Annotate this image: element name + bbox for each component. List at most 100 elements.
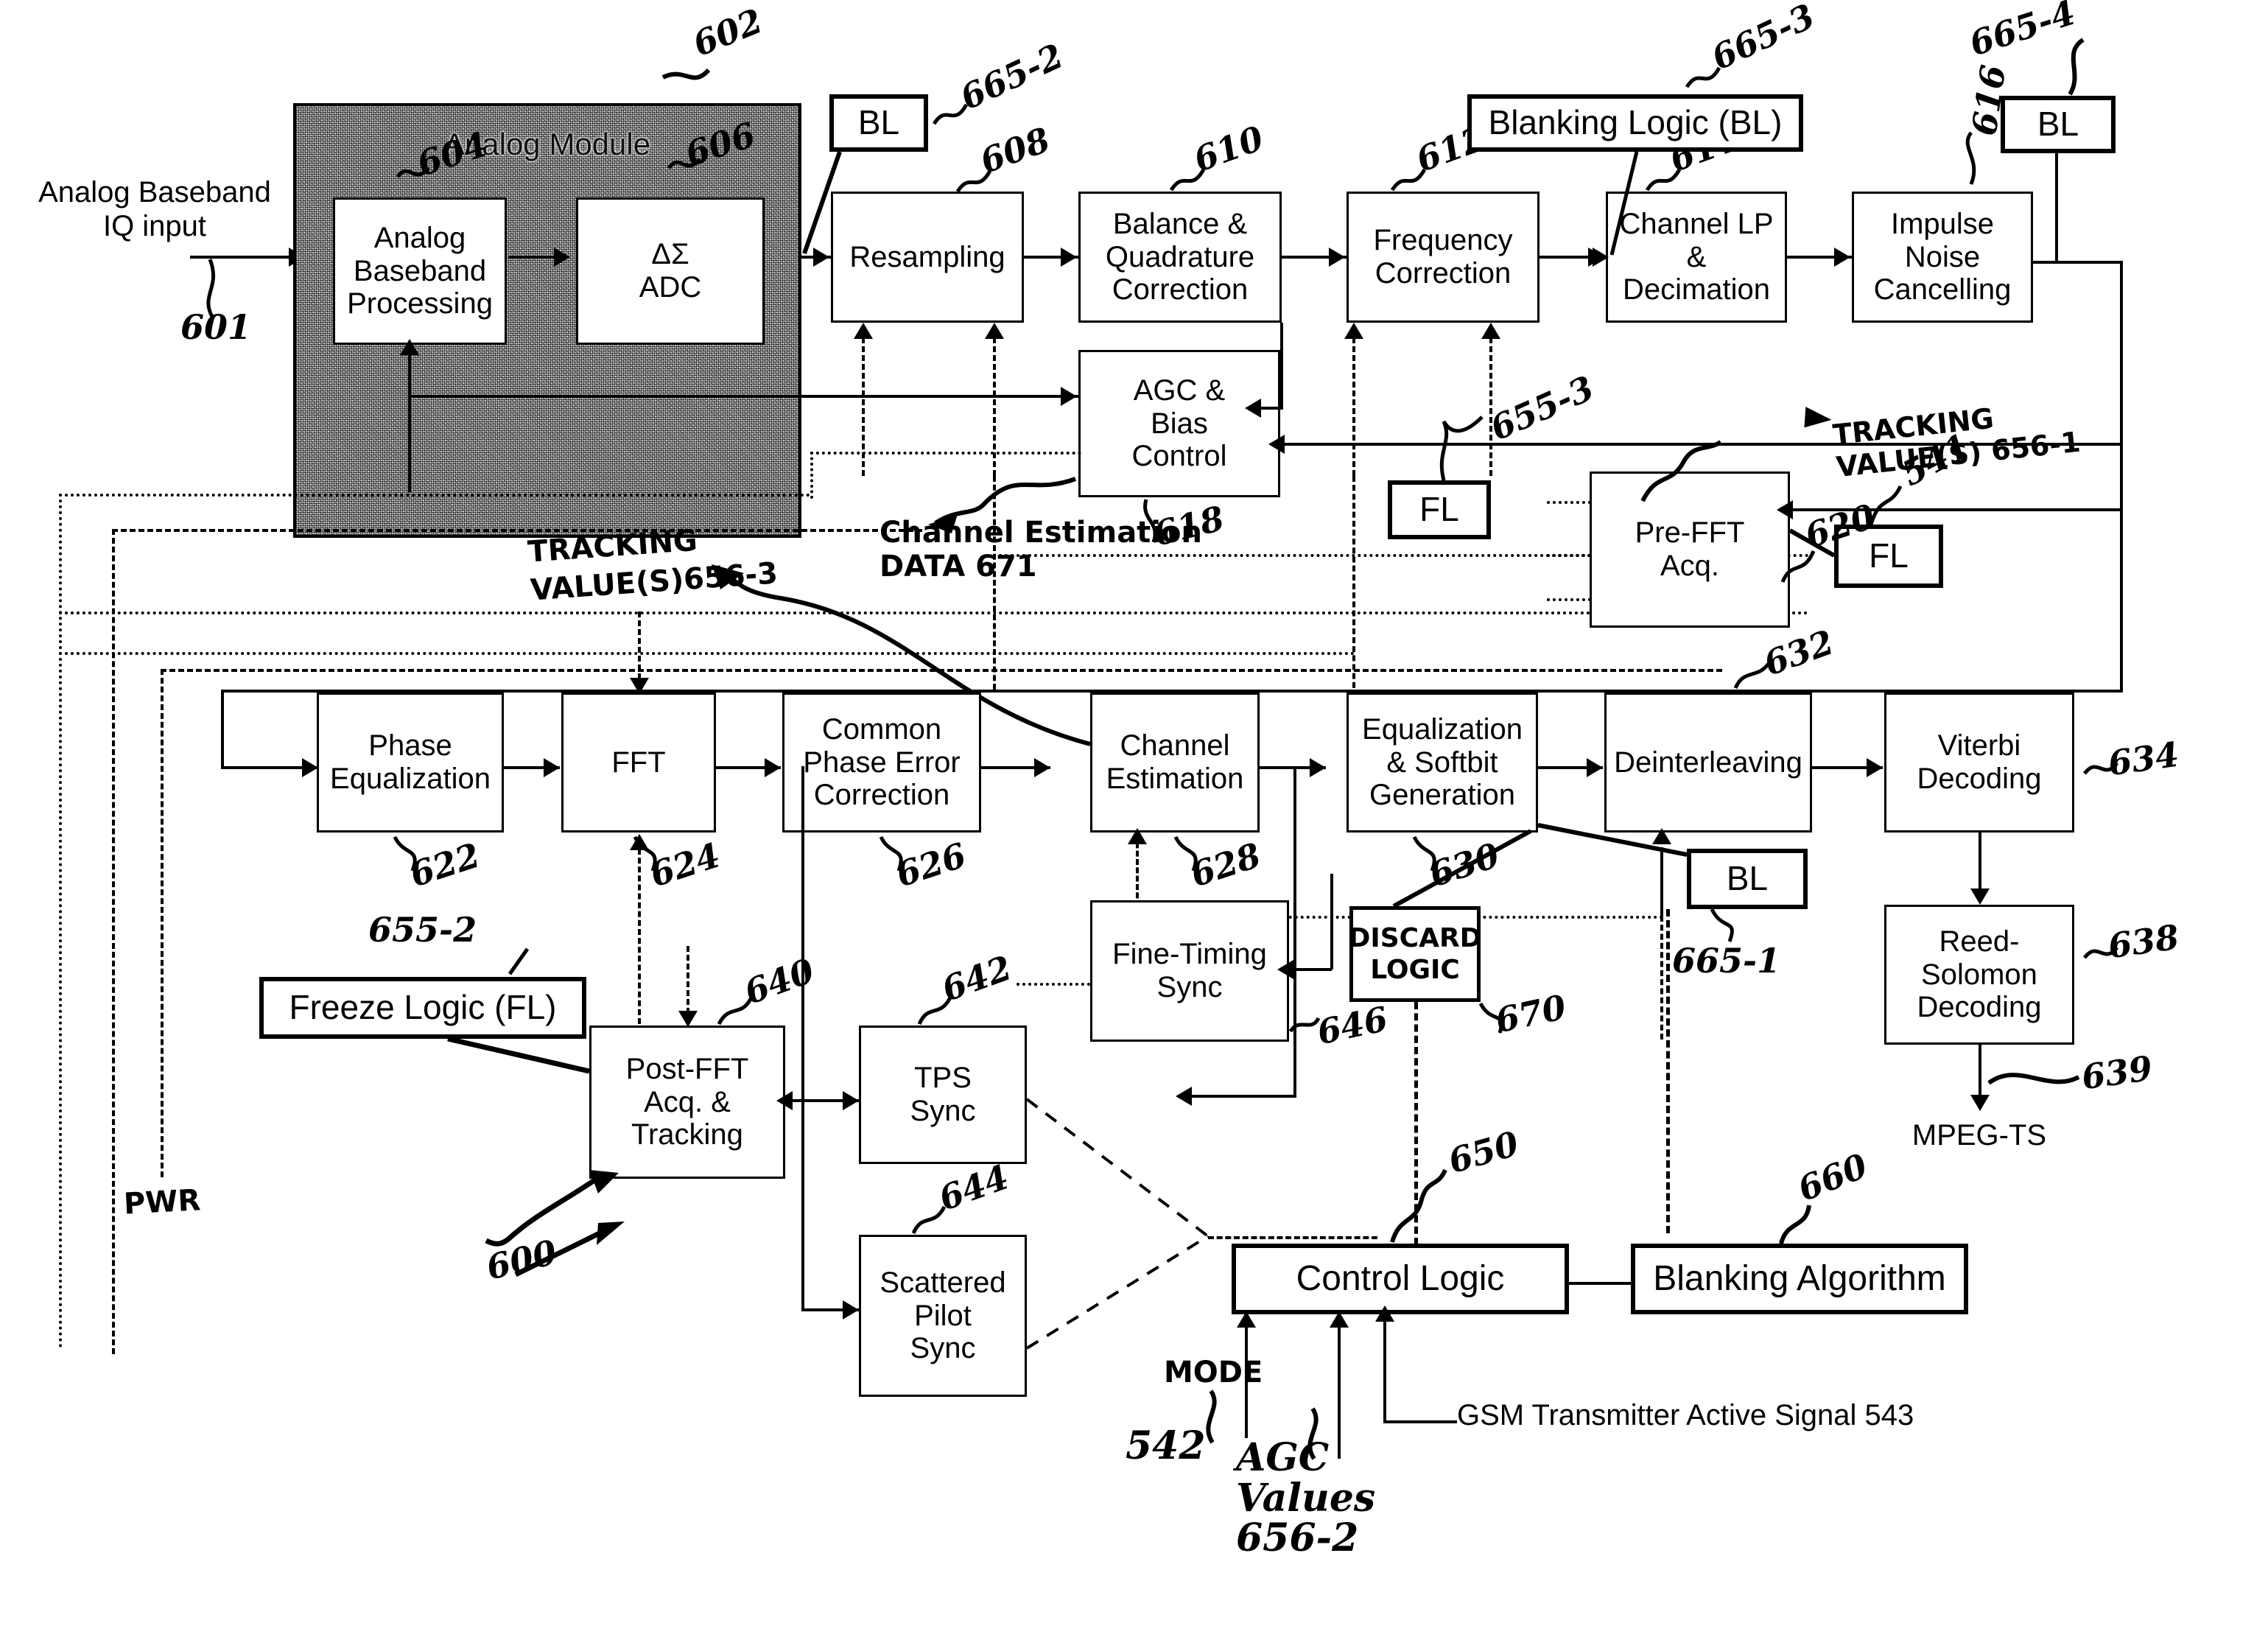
input-wire — [190, 256, 293, 259]
fine-timing-sync-label: Fine-Timing Sync — [1112, 938, 1267, 1003]
common-phase-error-correction-label: Common Phase Error Correction — [803, 712, 961, 812]
annotation-pwr: MODE — [1164, 1356, 1263, 1389]
annotation-602: 602 — [687, 0, 768, 65]
viterbi-decoding-block[interactable]: Viterbi Decoding — [1884, 693, 2074, 832]
frequency-correction-block[interactable]: Frequency Correction — [1347, 192, 1539, 323]
reed-solomon-decoding-block[interactable]: Reed- Solomon Decoding — [1884, 905, 2074, 1045]
blanking-logic-665-3-block[interactable]: Blanking Logic (BL) — [1467, 94, 1803, 152]
common-phase-error-correction-block[interactable]: Common Phase Error Correction — [782, 693, 981, 832]
deint-bottom-wire — [1660, 847, 1663, 918]
right-to-agc-arrowhead — [1268, 435, 1285, 454]
delta-sigma-adc-label: ΔΣ ADC — [639, 238, 702, 304]
agc-out-dash-3 — [1352, 329, 1355, 476]
bl1-down-dash — [1666, 909, 1670, 1233]
phase-equalization-label: Phase Equalization — [330, 729, 491, 795]
channel-estimation-block[interactable]: Channel Estimation — [1090, 693, 1260, 832]
blanking-algorithm-block[interactable]: Blanking Algorithm — [1631, 1244, 1968, 1314]
postfft-tps-arrow-right — [843, 1091, 859, 1110]
bl3-arrowhead — [1593, 248, 1609, 267]
fine-timing-sync-block[interactable]: Fine-Timing Sync — [1090, 900, 1289, 1042]
impulse-noise-cancelling-block[interactable]: Impulse Noise Cancelling — [1852, 192, 2033, 323]
fft-top-dash — [638, 611, 641, 688]
equalization-softbit-block[interactable]: Equalization & Softbit Generation — [1347, 693, 1538, 832]
annotation-660: 660 — [1792, 1145, 1873, 1210]
annotation-650: 650 — [1444, 1123, 1523, 1182]
fl-655-3-label: FL — [1869, 536, 1909, 575]
annotation-634: 634 — [2105, 734, 2182, 784]
fft-to-scatpilot-down — [801, 766, 804, 1311]
chanlp-to-impnoise-arrowhead — [1834, 248, 1850, 267]
patent-figure-canvas: Analog Baseband IQ input 601 Analog Modu… — [0, 0, 2268, 1651]
annotation-tracking-656-3: TRACKING VALUE(S) 656-1 — [1831, 402, 2082, 483]
mpeg-ts-label: MPEG-TS — [1911, 1119, 2047, 1152]
annotation-600: 600 — [482, 1232, 561, 1288]
fft-top-arrowhead — [630, 678, 649, 694]
to-prefft-arrowhead — [1777, 500, 1793, 519]
bl-665-4-block[interactable]: BL — [2001, 96, 2116, 153]
pre-fft-acq-block[interactable]: Pre-FFT Acq. — [1590, 472, 1790, 628]
phase-equalization-block[interactable]: Phase Equalization — [317, 693, 504, 832]
deinterleaving-block[interactable]: Deinterleaving — [1604, 693, 1812, 832]
annotation-628: 628 — [1185, 835, 1265, 895]
annotation-655-1: 655-2 — [368, 910, 477, 950]
impulse-noise-cancelling-label: Impulse Noise Cancelling — [1873, 207, 2012, 306]
channel-lp-decimation-block[interactable]: Channel LP & Decimation — [1606, 192, 1787, 323]
balance-quadrature-correction-label: Balance & Quadrature Correction — [1105, 207, 1255, 306]
annotation-665-3: 665-3 — [1705, 0, 1821, 78]
scattered-pilot-sync-block[interactable]: Scattered Pilot Sync — [859, 1235, 1027, 1397]
annotation-642: 642 — [936, 947, 1017, 1009]
sync-to-ctrl-dash — [1208, 1236, 1377, 1239]
chanest-to-ft-h — [1186, 1095, 1295, 1098]
agc-bias-control-label: AGC & Bias Control — [1131, 374, 1227, 473]
control-logic-label: Control Logic — [1296, 1259, 1505, 1299]
bl-665-2-block[interactable]: BL — [829, 94, 928, 152]
post-fft-acq-tracking-block[interactable]: Post-FFT Acq. & Tracking — [589, 1026, 785, 1179]
prefft-dot-left-2 — [1547, 554, 1591, 557]
fl-655-2-block[interactable]: FL — [1388, 480, 1491, 539]
left-dash-bus-2-top — [161, 669, 1722, 672]
freeze-logic-block[interactable]: Freeze Logic (FL) — [259, 977, 586, 1039]
left-dash-bus-2 — [161, 669, 164, 1177]
delta-sigma-adc-block[interactable]: ΔΣ ADC — [576, 197, 765, 345]
post-fft-acq-tracking-label: Post-FFT Acq. & Tracking — [625, 1052, 749, 1152]
tps-sync-label: TPS Sync — [910, 1062, 976, 1127]
cpec-to-chanest-arrowhead — [1034, 758, 1050, 777]
bl-665-1-block[interactable]: BL — [1687, 849, 1808, 909]
bl-665-2-label: BL — [857, 103, 900, 142]
pre-fft-acq-label: Pre-FFT Acq. — [1635, 516, 1745, 582]
control-logic-block[interactable]: Control Logic — [1232, 1244, 1569, 1314]
phaseeq-in-arrowhead — [302, 758, 318, 777]
balance-quadrature-correction-block[interactable]: Balance & Quadrature Correction — [1078, 192, 1282, 323]
abp-feedback-horizontal — [408, 395, 1093, 398]
agc-bias-control-block[interactable]: AGC & Bias Control — [1078, 350, 1280, 497]
annotation-646: 646 — [1313, 998, 1391, 1053]
adc-to-resampling-arrowhead — [813, 248, 829, 267]
fft-block[interactable]: FFT — [561, 693, 716, 832]
fft-bottom-arrowhead — [630, 834, 649, 850]
chanest-to-ft-down — [1293, 766, 1296, 1098]
finetiming-in-arrowhead — [1277, 960, 1293, 979]
annotation-601: 601 — [180, 307, 252, 347]
bl-665-1-label: BL — [1726, 859, 1769, 898]
annotation-670: 670 — [1492, 986, 1570, 1041]
discard-logic-block[interactable]: DISCARD LOGIC — [1348, 906, 1482, 1002]
gsm-wire-h — [1383, 1420, 1457, 1423]
resampling-block[interactable]: Resampling — [831, 192, 1024, 323]
abp-feedback-arrowhead — [400, 339, 419, 355]
annotation-644: 644 — [933, 1157, 1014, 1219]
impnoise-out-down — [2120, 261, 2123, 693]
eq-to-deint-arrowhead — [1587, 758, 1603, 777]
reed-solomon-decoding-label: Reed- Solomon Decoding — [1917, 925, 2042, 1024]
agc-out-dash-1-arrow — [854, 323, 873, 339]
tps-sync-block[interactable]: TPS Sync — [859, 1026, 1027, 1164]
left-dash-bus — [112, 529, 115, 1354]
chanest-to-eq-arrowhead — [1310, 758, 1326, 777]
analog-baseband-processing-block[interactable]: Analog Baseband Processing — [333, 197, 507, 345]
annotation-638: 638 — [2105, 916, 2182, 967]
agc-dot-left — [810, 452, 1081, 455]
scattered-pilot-sync-label: Scattered Pilot Sync — [880, 1266, 1006, 1365]
balquad-to-agc-arrowhead — [1245, 399, 1261, 418]
agc-dot-left-down — [810, 452, 813, 499]
balquad-to-agc-down — [1280, 323, 1283, 410]
pwr-arrowhead — [1237, 1311, 1256, 1328]
